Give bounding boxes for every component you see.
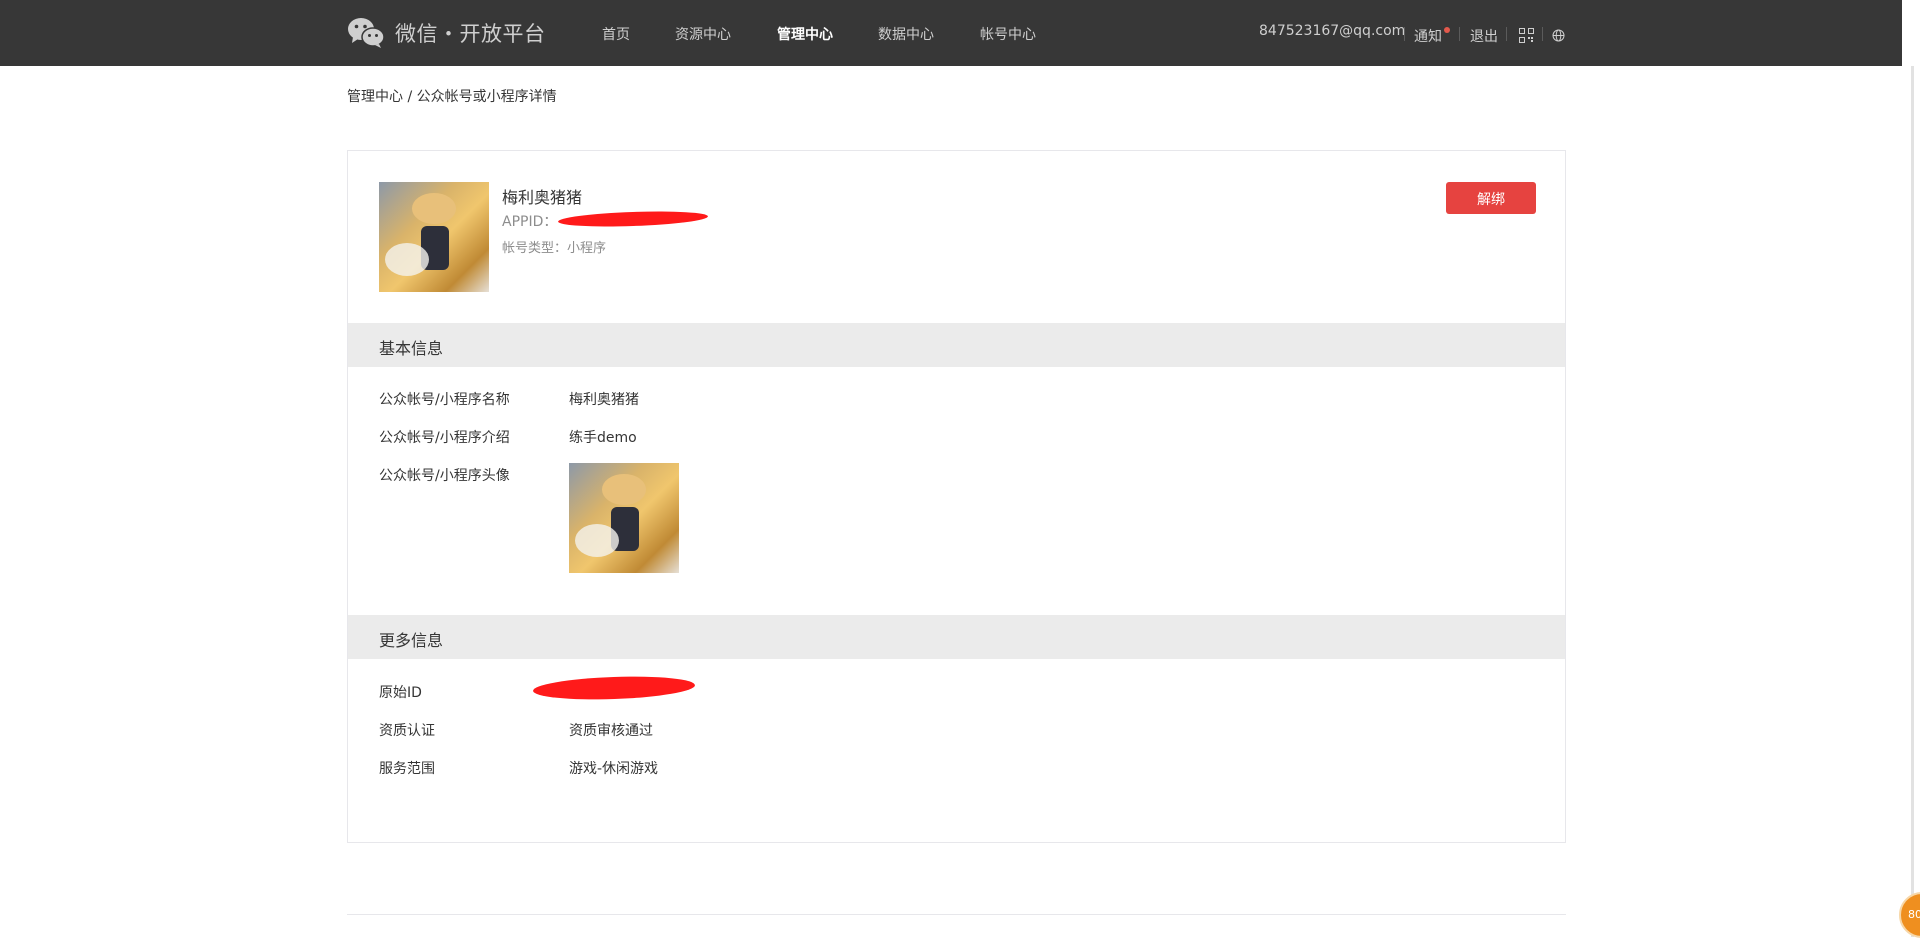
logo-text: 微信・开放平台 [395,22,546,46]
info-label: 公众帐号/小程序介绍 [379,430,510,446]
section-title: 基本信息 [379,339,444,358]
logout-link[interactable]: 退出 [1470,26,1498,46]
notify-link[interactable]: 通知 [1414,26,1442,46]
divider [1506,27,1507,41]
section-title: 更多信息 [379,631,444,650]
more-info-header: 更多信息 [348,615,1565,659]
divider [1404,27,1405,41]
account-name: 梅利奥猪猪 [502,188,583,207]
account-email[interactable]: 847523167@qq.com [1259,23,1405,39]
wechat-logo-icon [348,18,385,48]
redacted-appid [557,209,709,229]
basic-info-header: 基本信息 [348,323,1565,367]
divider [1459,27,1460,41]
account-appid-label: APPID： [502,214,558,230]
globe-icon[interactable] [1552,29,1565,42]
top-nav-bar: 微信・开放平台 首页 资源中心 管理中心 数据中心 帐号中心 847523167… [0,0,1920,66]
nav-resource-center[interactable]: 资源中心 [675,24,731,44]
account-type: 帐号类型：小程序 [502,241,607,256]
info-value: 梅利奥猪猪 [569,392,639,408]
scrollbar-thumb[interactable] [1911,66,1914,937]
account-avatar-large [569,463,679,573]
info-label: 公众帐号/小程序头像 [379,468,510,484]
account-detail-card: 梅利奥猪猪 APPID： 帐号类型：小程序 解绑 基本信息 公众帐号/小程序名称… [347,150,1566,843]
unbind-button[interactable]: 解绑 [1446,182,1536,214]
info-label: 资质认证 [379,723,435,739]
info-value: 资质审核通过 [569,723,653,739]
info-label: 原始ID [379,685,422,701]
breadcrumb: 管理中心 / 公众帐号或小程序详情 [347,89,557,105]
divider [1542,27,1543,41]
nav-home[interactable]: 首页 [602,24,630,44]
footer-divider [347,914,1566,915]
qrcode-icon[interactable] [1519,28,1534,43]
account-avatar [379,182,489,292]
redacted-original-id [532,674,696,702]
info-value: 练手demo [569,430,637,446]
notify-dot [1444,27,1450,33]
info-label: 服务范围 [379,761,435,777]
nav-account-center[interactable]: 帐号中心 [980,24,1036,44]
nav-management-center[interactable]: 管理中心 [777,24,833,44]
info-value: 游戏-休闲游戏 [569,761,659,777]
nav-data-center[interactable]: 数据中心 [878,24,934,44]
info-label: 公众帐号/小程序名称 [379,392,510,408]
platform-logo[interactable]: 微信・开放平台 [347,16,546,50]
